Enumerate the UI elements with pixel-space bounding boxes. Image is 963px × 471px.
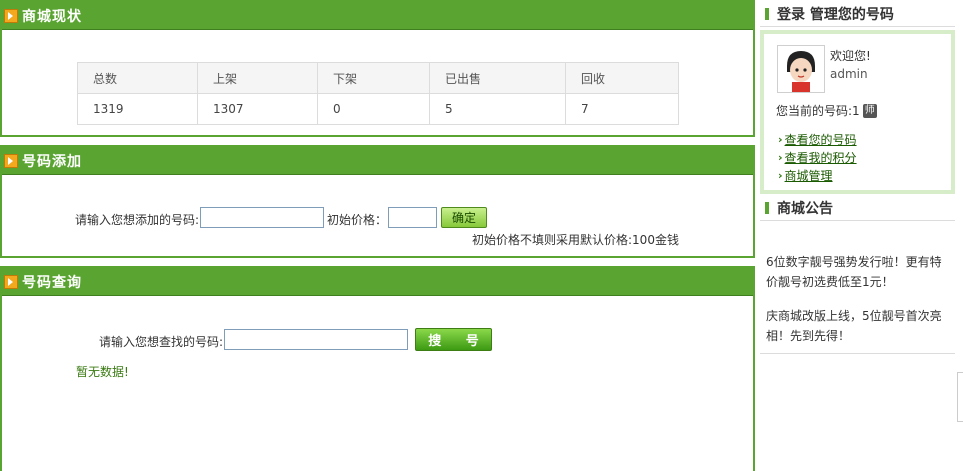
- number-input-label: 请输入您想添加的号码:: [75, 213, 200, 227]
- table-cell: 0: [317, 93, 430, 125]
- chevron-right-icon: ›: [778, 168, 783, 182]
- link-view-points[interactable]: › 查看我的积分: [778, 148, 857, 166]
- table-header-cell: 回收: [565, 62, 679, 94]
- rank-badge: 师: [862, 103, 877, 118]
- confirm-button[interactable]: 确定: [441, 207, 487, 228]
- chevron-right-icon: ›: [778, 150, 783, 164]
- login-title: 登录 管理您的号码: [777, 6, 894, 23]
- table-header-cell: 总数: [77, 62, 198, 94]
- panel-header: 号码查询: [2, 268, 753, 295]
- table-cell: 1319: [77, 93, 198, 125]
- table-header-row: 总数 上架 下架 已出售 回收: [77, 62, 679, 94]
- account-links: › 查看您的号码 › 查看我的积分 › 商城管理: [778, 130, 857, 184]
- number-query-panel: 号码查询 请输入您想查找的号码: 搜 号 暂无数据!: [0, 266, 755, 471]
- panel-body: 总数 上架 下架 已出售 回收 1319 1307 0 5 7: [2, 29, 753, 135]
- current-number: 您当前的号码:1 师: [776, 102, 877, 119]
- avatar: [777, 45, 825, 93]
- arrow-right-icon: [4, 153, 18, 168]
- chevron-right-icon: ›: [778, 132, 783, 146]
- notice-box: 6位数字靓号强势发行啦！更有特价靓号初选费低至1元！ 庆商城改版上线，5位靓号首…: [760, 222, 955, 354]
- link-mall-admin[interactable]: › 商城管理: [778, 166, 857, 184]
- login-box: 欢迎您! admin 您当前的号码:1 师 › 查看您的号码 › 查看我的积分 …: [760, 30, 955, 194]
- table-header-cell: 下架: [317, 62, 430, 94]
- panel-title: 号码查询: [22, 274, 82, 291]
- panel-title: 号码添加: [22, 153, 82, 170]
- table-cell: 5: [429, 93, 566, 125]
- table-cell: 1307: [197, 93, 318, 125]
- search-number-input[interactable]: [224, 329, 408, 350]
- table-header-cell: 已出售: [429, 62, 566, 94]
- section-marker-icon: [765, 201, 769, 214]
- add-number-input[interactable]: [200, 207, 324, 228]
- panel-body: 请输入您想查找的号码: 搜 号 暂无数据!: [2, 295, 753, 471]
- scrollbar-fragment: [957, 372, 963, 422]
- search-input-label: 请输入您想查找的号码:: [99, 335, 224, 349]
- arrow-right-icon: [4, 8, 18, 23]
- table-row: 1319 1307 0 5 7: [77, 93, 679, 125]
- panel-header: 号码添加: [2, 147, 753, 174]
- price-input-label: 初始价格：: [327, 213, 388, 227]
- initial-price-input[interactable]: [388, 207, 437, 228]
- notice-header: 商城公告: [760, 195, 955, 221]
- notice-item: 6位数字靓号强势发行啦！更有特价靓号初选费低至1元！: [766, 255, 942, 289]
- link-label[interactable]: 商城管理: [785, 167, 833, 184]
- link-label[interactable]: 查看您的号码: [785, 131, 857, 148]
- default-price-note: 初始价格不填则采用默认价格:100金钱: [472, 233, 679, 247]
- panel-title: 商城现状: [22, 8, 82, 25]
- table-header-cell: 上架: [197, 62, 318, 94]
- section-marker-icon: [765, 7, 769, 20]
- panel-body: 请输入您想添加的号码: 初始价格： 确定 初始价格不填则采用默认价格:100金钱: [2, 174, 753, 256]
- link-view-numbers[interactable]: › 查看您的号码: [778, 130, 857, 148]
- search-button[interactable]: 搜 号: [415, 328, 492, 351]
- login-header: 登录 管理您的号码: [760, 1, 955, 27]
- username: admin: [830, 67, 868, 81]
- panel-header: 商城现状: [2, 2, 753, 29]
- empty-result-text: 暂无数据!: [76, 365, 129, 379]
- status-table: 总数 上架 下架 已出售 回收 1319 1307 0 5 7: [77, 62, 679, 125]
- number-add-panel: 号码添加 请输入您想添加的号码: 初始价格： 确定 初始价格不填则采用默认价格:…: [0, 145, 755, 258]
- arrow-right-icon: [4, 274, 18, 289]
- link-label[interactable]: 查看我的积分: [785, 149, 857, 166]
- table-cell: 7: [565, 93, 679, 125]
- mall-status-panel: 商城现状 总数 上架 下架 已出售 回收 1319 1307 0 5 7: [0, 0, 755, 137]
- notice-title: 商城公告: [777, 200, 833, 217]
- notice-item: 庆商城改版上线，5位靓号首次亮相！先到先得！: [766, 309, 942, 343]
- current-number-text: 您当前的号码:1: [776, 104, 860, 118]
- welcome-text: 欢迎您!: [830, 49, 871, 63]
